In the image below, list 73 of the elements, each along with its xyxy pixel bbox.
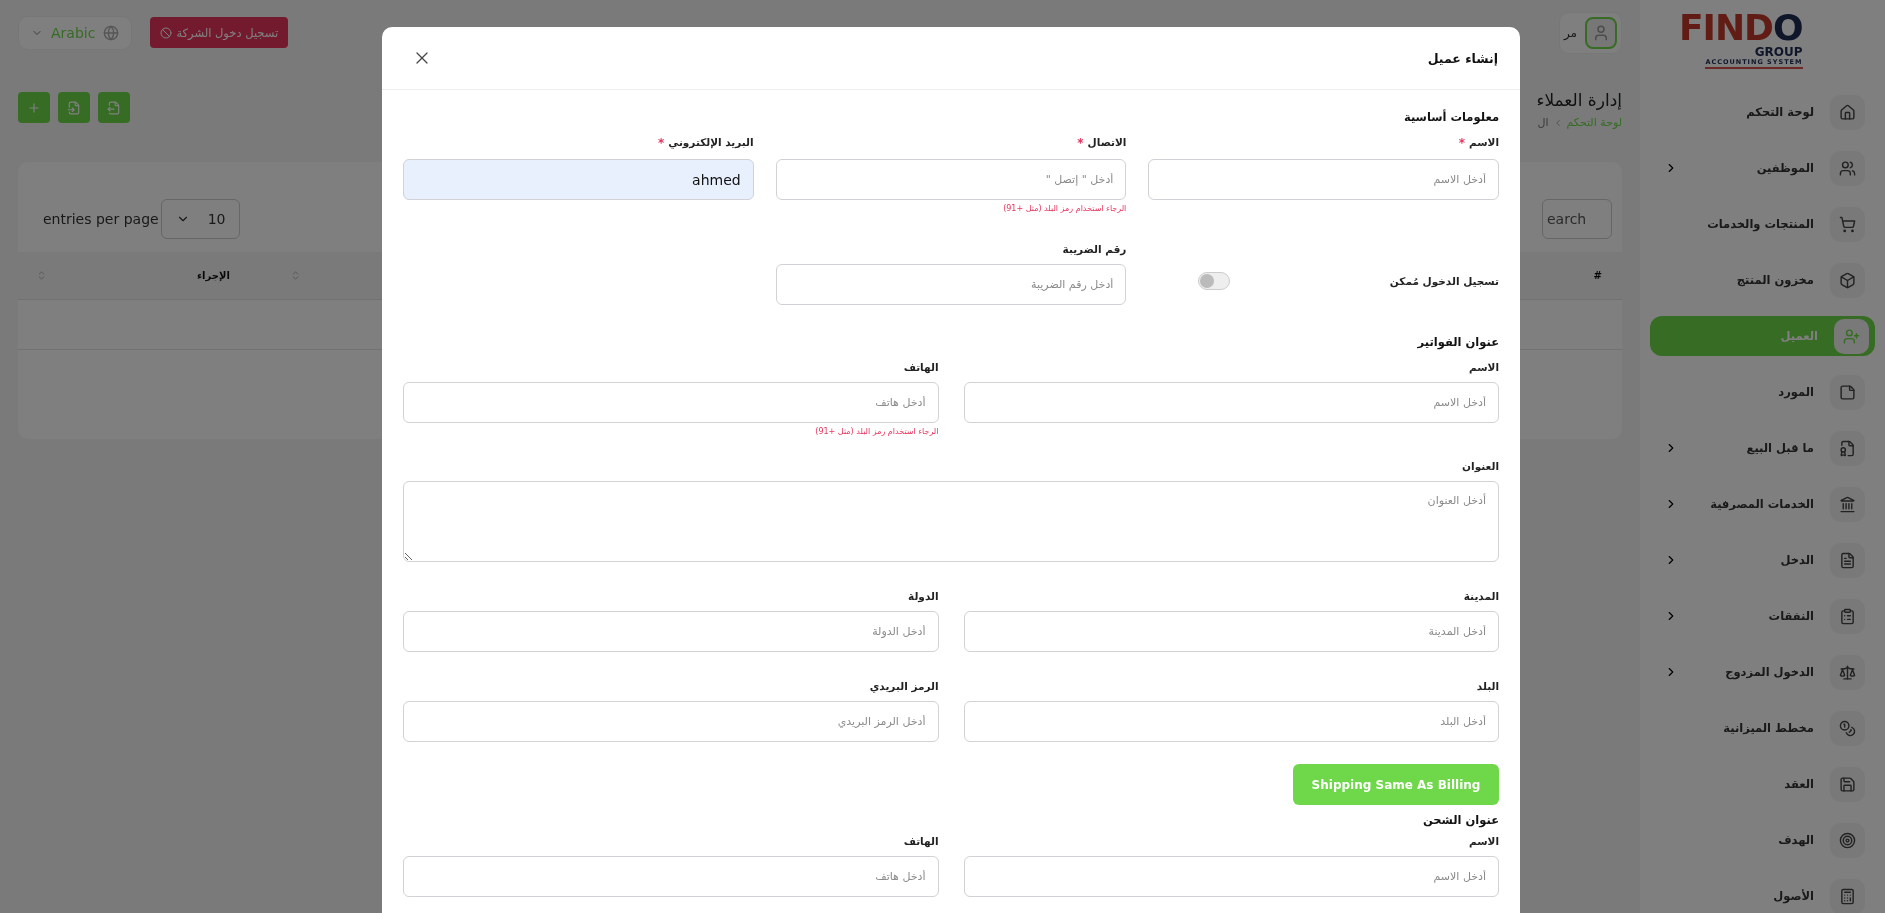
calculator-icon: [1830, 878, 1865, 913]
field-label: العنوان: [1461, 460, 1499, 472]
required-mark: *: [1077, 136, 1084, 150]
sidebar-item[interactable]: الموظفين: [1654, 148, 1871, 188]
sidebar-item[interactable]: الهدف: [1654, 820, 1871, 860]
sidebar-item[interactable]: العقد: [1654, 764, 1871, 804]
field-label: البلد: [1476, 680, 1499, 692]
field-label: البريد الإلكتروني: [668, 136, 754, 150]
sidebar-item[interactable]: الدخول المزدوج: [1654, 652, 1871, 692]
field-label: الهاتف: [903, 361, 939, 373]
globe-icon: [103, 24, 120, 41]
field-label: الاسم: [1469, 835, 1499, 847]
required-mark: *: [658, 136, 665, 150]
sidebar-item[interactable]: المورد: [1654, 372, 1871, 412]
search-field[interactable]: earch: [1542, 199, 1612, 239]
field-label: رقم الضريبة: [1062, 243, 1127, 255]
field-label: الهاتف: [903, 835, 939, 847]
hint-text: الرجاء استخدام رمز البلد (مثل +91): [814, 427, 939, 436]
ban-icon: [160, 26, 173, 39]
save-icon: [1830, 766, 1865, 802]
sidebar-item[interactable]: الدخل: [1654, 540, 1871, 580]
sidebar-item[interactable]: مخطط الميزانية: [1654, 708, 1871, 748]
sidebar-item[interactable]: الأصول: [1654, 876, 1871, 913]
home-icon: [1830, 94, 1865, 130]
hint-text: الرجاء استخدام رمز البلد (مثل +91): [1002, 204, 1127, 213]
cart-icon: [1830, 206, 1865, 242]
page-size-select[interactable]: 10: [160, 199, 241, 239]
sidebar-item[interactable]: المنتجات والخدمات: [1654, 204, 1871, 244]
entries-label: entries per page: [43, 211, 159, 227]
sidebar-item[interactable]: النفقات: [1654, 596, 1871, 636]
input-field[interactable]: ahmed: [403, 159, 754, 200]
add-button[interactable]: [18, 92, 50, 123]
company-login-button[interactable]: تسجيل دخول الشركة: [150, 17, 289, 48]
section-title: عنوان الفواتير: [1416, 335, 1499, 349]
coins-icon: [1830, 710, 1865, 746]
field-label: المدينة: [1463, 590, 1499, 602]
sidebar-item[interactable]: لوحة التحكم: [1654, 92, 1871, 132]
users-icon: [1830, 150, 1865, 186]
sidebar-item[interactable]: مخزون المنتج: [1654, 260, 1871, 300]
page-title: إدارة العملاء: [1536, 90, 1622, 110]
field-label: الدولة: [908, 590, 939, 602]
avatar-icon: [1585, 16, 1617, 49]
required-mark: *: [1458, 136, 1465, 150]
section-title: عنوان الشحن: [1421, 813, 1499, 827]
bank-icon: [1830, 486, 1865, 522]
note-icon: [1830, 374, 1865, 410]
export-button[interactable]: [98, 92, 130, 123]
target-icon: [1830, 822, 1865, 858]
field-label: تسجيل الدخول مُمكن: [1389, 275, 1499, 287]
login-toggle[interactable]: [1198, 272, 1231, 290]
box-icon: [1830, 262, 1865, 298]
section-title: معلومات أساسية: [1402, 110, 1499, 124]
dialog-title: إنشاء عميل: [1427, 50, 1498, 66]
sidebar-item[interactable]: الخدمات المصرفية: [1654, 484, 1871, 524]
file-export-icon: [107, 100, 121, 115]
import-button[interactable]: [58, 92, 90, 123]
clipboard-icon: [1830, 598, 1865, 634]
address-field[interactable]: أدخل العنوان: [403, 481, 1499, 562]
field-label: الاسم: [1469, 136, 1499, 150]
column-header[interactable]: #: [1593, 270, 1602, 281]
sidebar-item[interactable]: ما قبل البيع: [1654, 428, 1871, 468]
user-plus-icon: [1834, 318, 1869, 354]
breadcrumb-link[interactable]: ال: [1537, 116, 1549, 129]
column-header[interactable]: الإجراء: [197, 270, 230, 281]
scale-icon: [1830, 654, 1865, 690]
field-label: الاسم: [1469, 361, 1499, 373]
file-badge-icon: [1830, 430, 1865, 466]
field-label: الاتصال: [1087, 136, 1127, 150]
document-icon: [1830, 542, 1865, 578]
file-import-icon: [67, 100, 81, 115]
user-menu[interactable]: مر: [1558, 11, 1622, 54]
plus-icon: [27, 100, 41, 115]
field-label: الرمز البريدي: [869, 680, 939, 692]
